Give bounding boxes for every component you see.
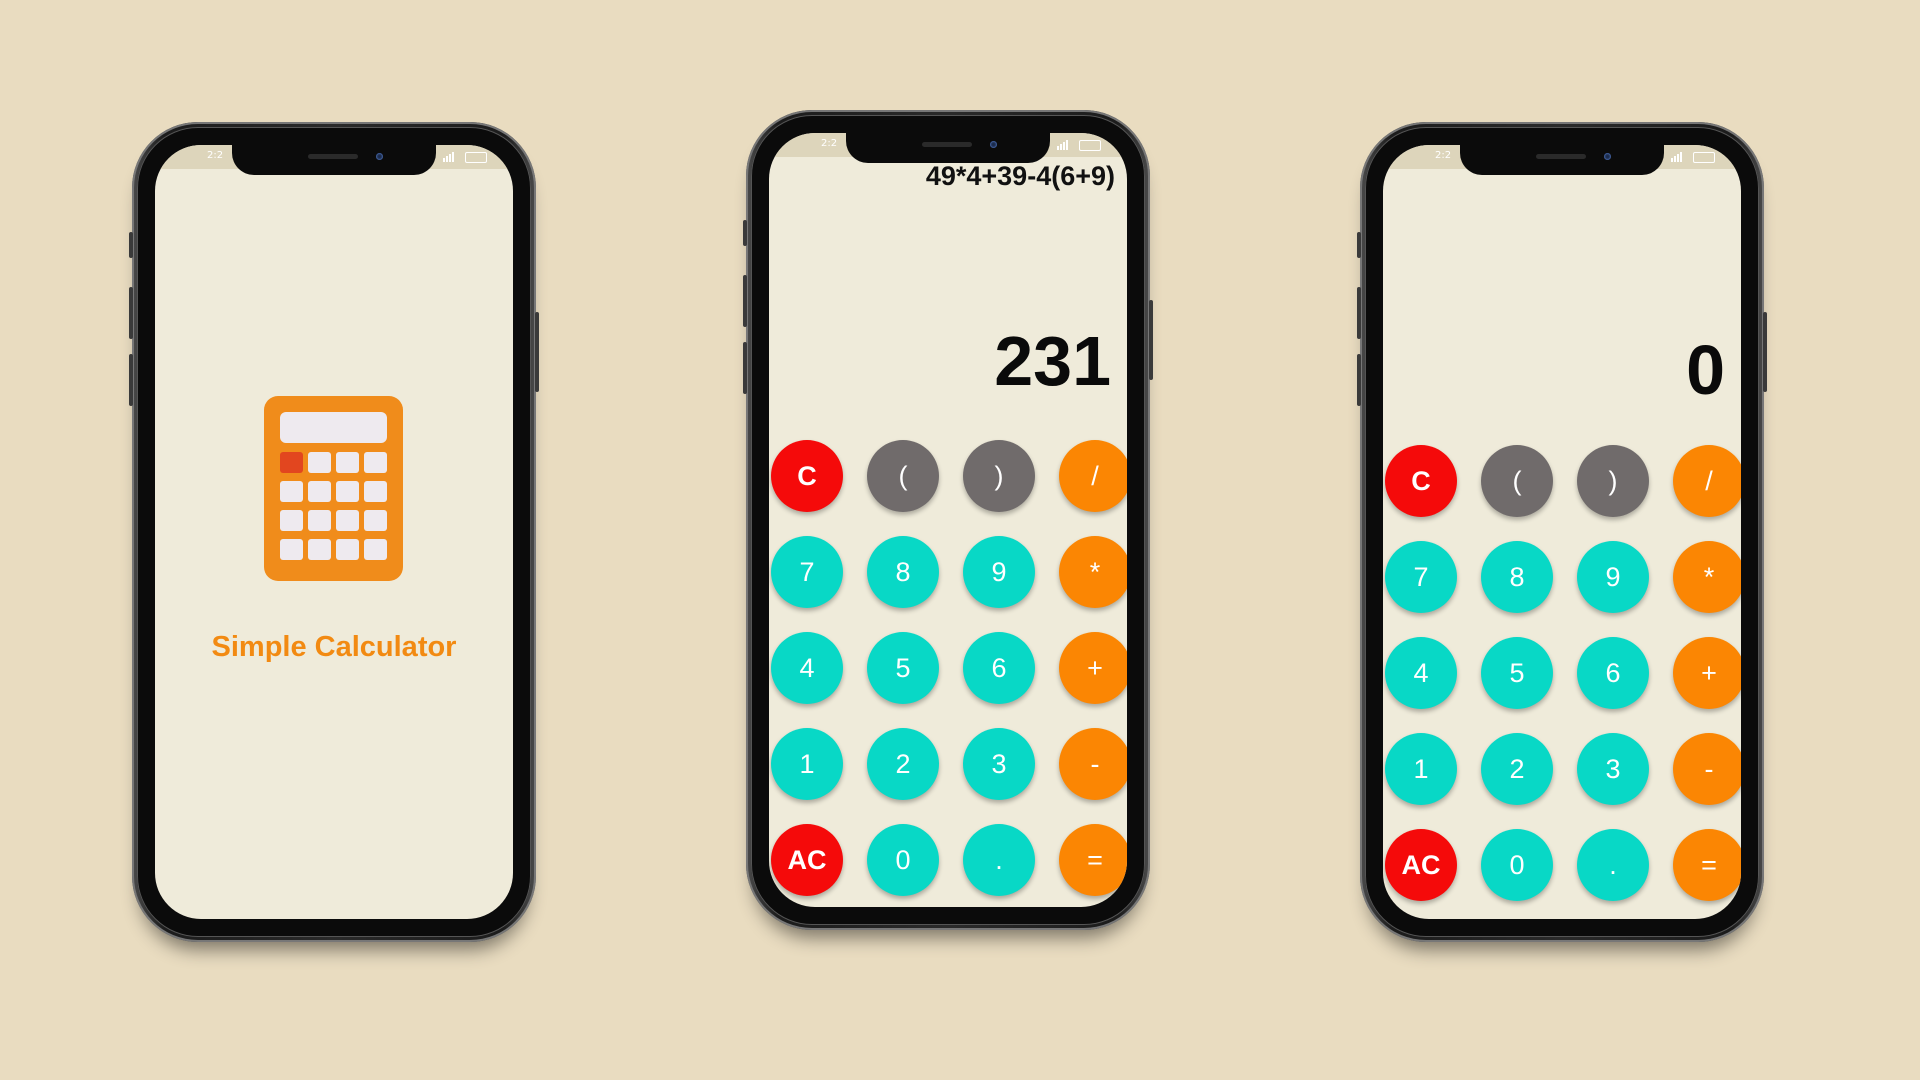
key-equals[interactable]: =: [1059, 824, 1127, 896]
power-button: [1149, 300, 1153, 380]
screen: 2:2 Simple Calculator: [155, 145, 513, 919]
result-display: 231: [994, 322, 1111, 400]
key-close-paren[interactable]: ): [1577, 445, 1649, 517]
notch: [846, 133, 1050, 163]
key-digit-5[interactable]: 5: [867, 632, 939, 704]
calculator-icon-key: [308, 539, 331, 560]
key-digit-2[interactable]: 2: [867, 728, 939, 800]
mute-switch: [1357, 232, 1361, 258]
key-digit-6[interactable]: 6: [963, 632, 1035, 704]
volume-down-button: [1357, 354, 1361, 406]
phone-calculator-cleared: 2:2 0 C () / 7 8 9 * 4 5 6 +1 2 3- AC 0. =: [1357, 122, 1767, 942]
result-display: 0: [1686, 331, 1725, 409]
key-open-paren[interactable]: (: [867, 440, 939, 512]
calculator-icon-key: [336, 481, 359, 502]
calculator-icon-key: [364, 539, 387, 560]
front-camera-icon: [1604, 153, 1611, 160]
key-digit-0[interactable]: 0: [867, 824, 939, 896]
key-open-paren[interactable]: (: [1481, 445, 1553, 517]
key-digit-3[interactable]: 3: [963, 728, 1035, 800]
key-digit-1[interactable]: 1: [771, 728, 843, 800]
volume-up-button: [129, 287, 133, 339]
calculator-icon: [264, 396, 403, 581]
phone-splash: 2:2 Simple Calculator: [129, 122, 539, 942]
key-digit-8[interactable]: 8: [867, 536, 939, 608]
power-button: [1763, 312, 1767, 392]
key-digit-4[interactable]: 4: [1385, 637, 1457, 709]
notch: [232, 145, 436, 175]
signal-icon: [443, 152, 455, 162]
speaker-grille: [922, 142, 972, 147]
key-decimal-point[interactable]: .: [1577, 829, 1649, 901]
status-time: 2:2: [207, 150, 224, 161]
volume-down-button: [129, 354, 133, 406]
mute-switch: [129, 232, 133, 258]
calculator-icon-key: [280, 510, 303, 531]
front-camera-icon: [376, 153, 383, 160]
status-time: 2:2: [1435, 150, 1452, 161]
notch: [1460, 145, 1664, 175]
screen: 2:2 49*4+39-4(6+9) 231 C () / 7 8 9 * 4 5 6 +1 2 3- A…: [769, 133, 1127, 907]
calculator-icon-key: [280, 539, 303, 560]
key-all-clear[interactable]: AC: [771, 824, 843, 896]
calculator-icon-key: [364, 452, 387, 473]
calculator-icon-display: [280, 412, 387, 443]
speaker-grille: [308, 154, 358, 159]
key-divide[interactable]: /: [1673, 445, 1741, 517]
battery-icon: [465, 152, 487, 163]
key-digit-9[interactable]: 9: [1577, 541, 1649, 613]
key-subtract[interactable]: -: [1059, 728, 1127, 800]
app-name: Simple Calculator: [211, 631, 457, 663]
status-time: 2:2: [821, 138, 838, 149]
key-divide[interactable]: /: [1059, 440, 1127, 512]
key-digit-3[interactable]: 3: [1577, 733, 1649, 805]
key-subtract[interactable]: -: [1673, 733, 1741, 805]
key-digit-5[interactable]: 5: [1481, 637, 1553, 709]
key-digit-7[interactable]: 7: [771, 536, 843, 608]
key-equals[interactable]: =: [1673, 829, 1741, 901]
calculator-icon-key: [280, 452, 303, 473]
calculator-icon-key: [308, 510, 331, 531]
phone-calculator-result: 2:2 49*4+39-4(6+9) 231 C () / 7 8 9 * 4 5 6 +1 2 3- A…: [743, 110, 1153, 930]
key-digit-8[interactable]: 8: [1481, 541, 1553, 613]
key-digit-9[interactable]: 9: [963, 536, 1035, 608]
calculator-icon-key: [336, 452, 359, 473]
volume-up-button: [1357, 287, 1361, 339]
key-digit-6[interactable]: 6: [1577, 637, 1649, 709]
key-digit-7[interactable]: 7: [1385, 541, 1457, 613]
calculator-icon-key: [336, 510, 359, 531]
calculator-icon-key: [280, 481, 303, 502]
key-multiply[interactable]: *: [1673, 541, 1741, 613]
volume-up-button: [743, 275, 747, 327]
calculator-icon-key: [364, 481, 387, 502]
key-digit-4[interactable]: 4: [771, 632, 843, 704]
key-digit-2[interactable]: 2: [1481, 733, 1553, 805]
front-camera-icon: [990, 141, 997, 148]
key-clear[interactable]: C: [1385, 445, 1457, 517]
power-button: [535, 312, 539, 392]
screen: 2:2 0 C () / 7 8 9 * 4 5 6 +1 2 3- AC 0. =: [1383, 145, 1741, 919]
expression-display: 49*4+39-4(6+9): [925, 161, 1115, 191]
mute-switch: [743, 220, 747, 246]
key-digit-1[interactable]: 1: [1385, 733, 1457, 805]
key-add[interactable]: +: [1059, 632, 1127, 704]
calculator-icon-key: [364, 510, 387, 531]
signal-icon: [1671, 152, 1683, 162]
key-all-clear[interactable]: AC: [1385, 829, 1457, 901]
key-clear[interactable]: C: [771, 440, 843, 512]
calculator-icon-key: [336, 539, 359, 560]
key-digit-0[interactable]: 0: [1481, 829, 1553, 901]
key-multiply[interactable]: *: [1059, 536, 1127, 608]
calculator-icon-key: [308, 452, 331, 473]
key-close-paren[interactable]: ): [963, 440, 1035, 512]
key-add[interactable]: +: [1673, 637, 1741, 709]
signal-icon: [1057, 140, 1069, 150]
volume-down-button: [743, 342, 747, 394]
speaker-grille: [1536, 154, 1586, 159]
battery-icon: [1079, 140, 1101, 151]
key-decimal-point[interactable]: .: [963, 824, 1035, 896]
calculator-icon-key: [308, 481, 331, 502]
battery-icon: [1693, 152, 1715, 163]
showcase-stage: 2:2 Simple Calculator 2:2 49*4+39-4(6+9)…: [0, 0, 1920, 1080]
